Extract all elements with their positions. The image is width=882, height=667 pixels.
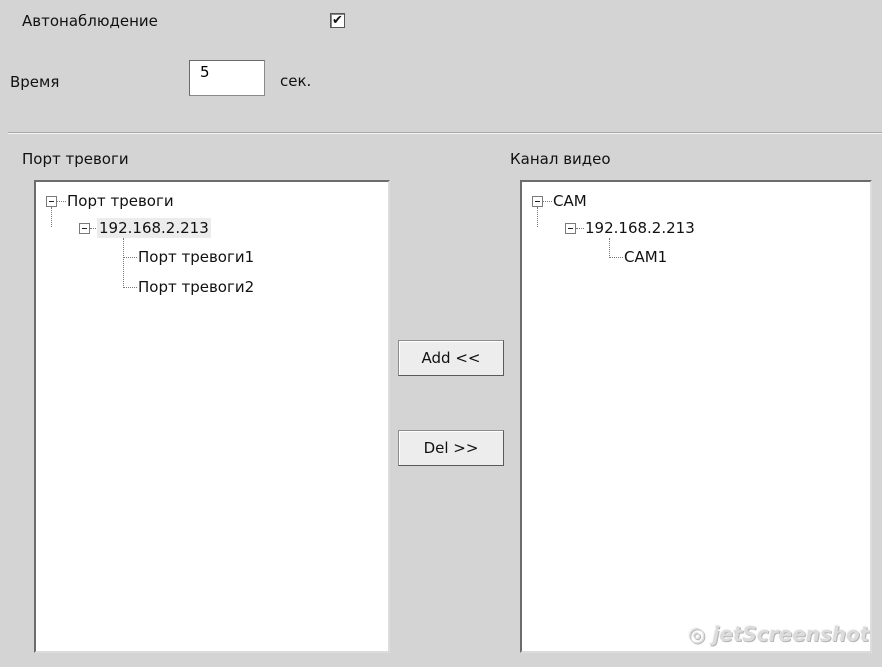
time-input[interactable] xyxy=(189,60,265,96)
collapse-icon[interactable] xyxy=(532,196,543,207)
camera-logo-icon: ◎ xyxy=(688,622,706,646)
tree-node-alarm-device[interactable]: 192.168.2.213 xyxy=(97,218,211,238)
tree-connector xyxy=(123,287,137,288)
auto-watch-label: Автонаблюдение xyxy=(22,12,158,30)
tree-connector xyxy=(123,238,124,288)
alarm-port-tree[interactable]: Порт тревоги 192.168.2.213 Порт тревоги1… xyxy=(34,180,390,653)
tree-node-cam-device[interactable]: 192.168.2.213 xyxy=(583,218,697,238)
video-channel-title: Канал видео xyxy=(510,150,611,168)
tree-connector xyxy=(609,238,610,258)
time-unit-label: сек. xyxy=(280,72,312,90)
checkmark-icon: ✔ xyxy=(332,13,343,28)
tree-connector xyxy=(51,207,52,227)
tree-connector xyxy=(123,257,137,258)
tree-connector xyxy=(609,257,623,258)
video-channel-tree[interactable]: CAM 192.168.2.213 CAM1 ◎ jetScreenshot xyxy=(520,180,872,653)
watermark-text: jetScreenshot xyxy=(712,622,870,646)
tree-node-alarm-port-1[interactable]: Порт тревоги1 xyxy=(136,247,256,267)
add-button[interactable]: Add << xyxy=(398,340,504,376)
alarm-port-title: Порт тревоги xyxy=(22,150,129,168)
tree-node-alarm-port-2[interactable]: Порт тревоги2 xyxy=(136,277,256,297)
separator xyxy=(8,132,882,134)
collapse-icon[interactable] xyxy=(565,223,576,234)
watermark: ◎ jetScreenshot xyxy=(688,622,869,646)
tree-node-alarm-root[interactable]: Порт тревоги xyxy=(65,191,176,211)
collapse-icon[interactable] xyxy=(79,223,90,234)
time-label: Время xyxy=(10,73,60,91)
tree-node-cam-1[interactable]: CAM1 xyxy=(622,247,669,267)
auto-watch-checkbox[interactable]: ✔ xyxy=(330,13,345,28)
tree-connector xyxy=(537,207,538,227)
tree-node-cam-root[interactable]: CAM xyxy=(551,191,589,211)
delete-button[interactable]: Del >> xyxy=(398,430,504,466)
collapse-icon[interactable] xyxy=(46,196,57,207)
